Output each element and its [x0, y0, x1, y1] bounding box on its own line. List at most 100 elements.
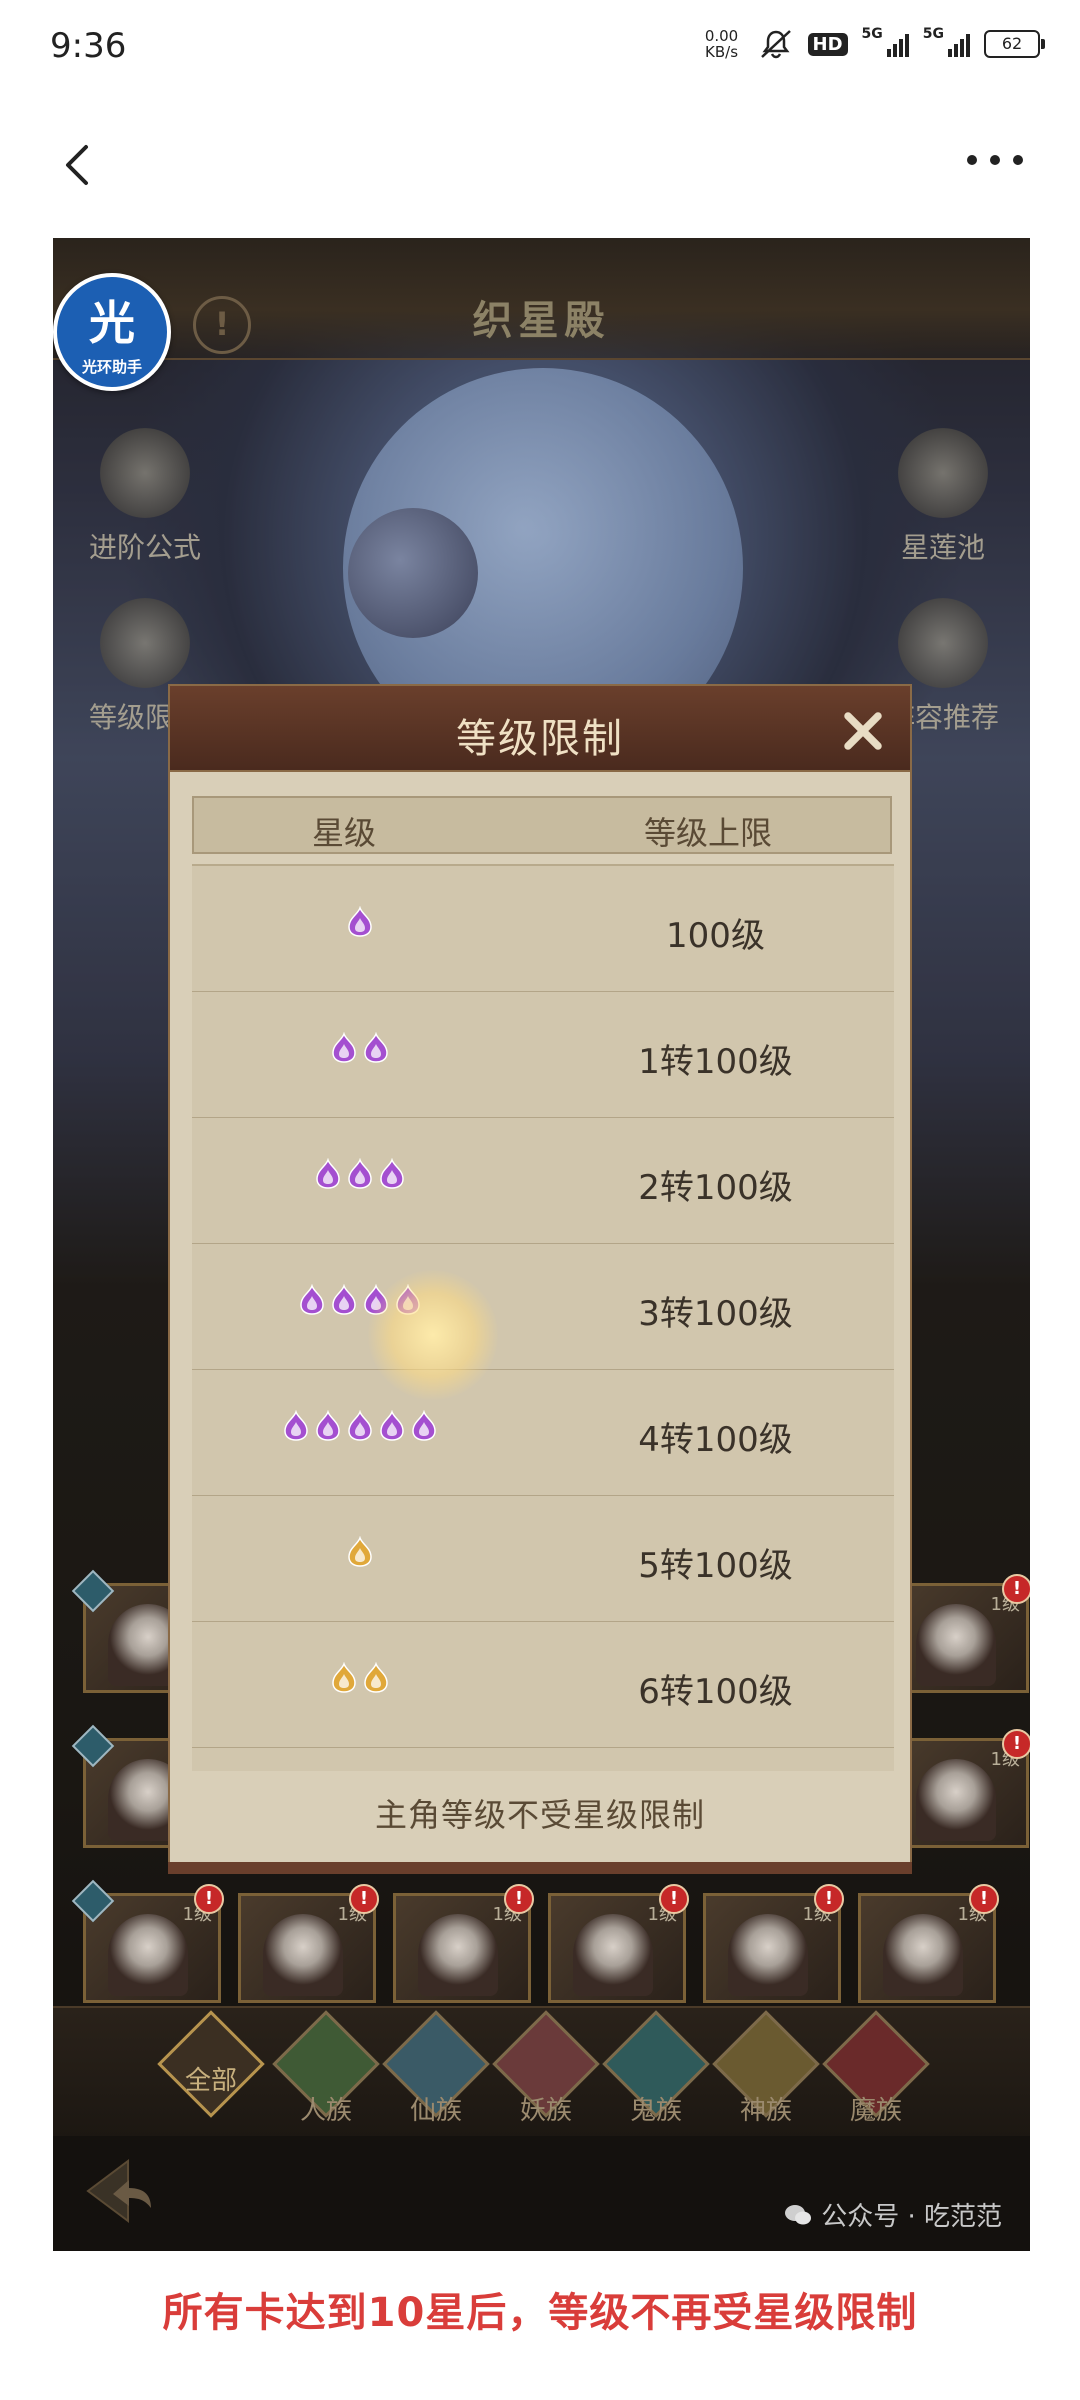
table-row: 5转100级	[192, 1496, 894, 1622]
star-rating	[192, 1284, 527, 1316]
star-rating	[192, 1410, 527, 1442]
wechat-icon	[785, 2204, 812, 2224]
close-icon[interactable]	[838, 706, 888, 756]
tribe-tab-devil[interactable]: 魔族	[822, 2010, 930, 2127]
app-badge-label: 光环助手	[81, 358, 142, 376]
dialog-body: 星级 等级上限 100级 1转100级 2转100级 3转100级 4转100级 5转10…	[168, 772, 912, 1864]
signal2-icon	[948, 31, 970, 57]
tribe-tab-demon[interactable]: 妖族	[492, 2010, 600, 2127]
gold-flame-star-icon	[363, 1662, 388, 1693]
alert-badge-icon: !	[1002, 1729, 1030, 1759]
purple-flame-star-icon	[411, 1410, 436, 1441]
purple-flame-star-icon	[331, 1032, 356, 1063]
hero-portrait	[916, 1604, 996, 1686]
app-badge-icon: 光	[89, 296, 135, 350]
star-rating	[192, 1662, 527, 1694]
status-time: 9:36	[50, 26, 127, 66]
hero-card[interactable]: 1级 !	[548, 1884, 689, 2003]
signal1-icon	[886, 31, 909, 57]
purple-flame-star-icon	[315, 1158, 340, 1189]
level-limit-value: 6转100级	[638, 1672, 793, 1712]
tribe-label: 神族	[739, 2096, 792, 2126]
dialog-header: 等级限制	[168, 684, 912, 772]
table-row: 2转100级	[192, 1118, 894, 1244]
purple-flame-star-icon	[331, 1284, 356, 1315]
hero-portrait	[883, 1914, 963, 1996]
tribe-tab-immortal[interactable]: 仙族	[382, 2010, 490, 2127]
lineup-icon	[898, 598, 988, 688]
star-lotus-button[interactable]: 星莲池	[863, 428, 1023, 566]
hero-card[interactable]: 1级 !	[71, 1879, 224, 2003]
tribe-tab-human[interactable]: 人族	[272, 2010, 380, 2127]
game-title: 织星殿	[472, 297, 611, 344]
purple-flame-star-icon	[347, 1158, 372, 1189]
element-icon	[71, 1724, 115, 1768]
tribe-label: 魔族	[849, 2096, 902, 2126]
level-limit-value: 1转100级	[638, 1042, 793, 1082]
caption-text: 所有卡达到10星后，等级不再受星级限制	[162, 2290, 918, 2336]
hero-card[interactable]: 1级 !	[238, 1884, 379, 2003]
hero-portrait	[728, 1914, 808, 1996]
network-speed-value: 0.00	[704, 27, 739, 45]
bottom-strip	[53, 2136, 1030, 2251]
network-speed-unit: KB/s	[705, 43, 739, 61]
star-rating	[192, 1032, 527, 1064]
game-top-bar: ! 织星殿	[53, 238, 1030, 360]
status-bar: 9:36 0.00 KB/s HD 5G 5G 62	[0, 0, 1080, 100]
table-row: 6转100级	[192, 1622, 894, 1748]
purple-flame-star-icon	[299, 1284, 324, 1315]
purple-flame-star-icon	[347, 1410, 372, 1441]
status-icons: 0.00 KB/s HD 5G 5G 62	[700, 26, 1045, 61]
tribe-tab-ghost[interactable]: 鬼族	[602, 2010, 710, 2127]
table-row: 3转100级	[192, 1244, 894, 1370]
table-row: 100级	[192, 866, 894, 992]
watermark: 公众号 · 吃范范	[783, 2196, 1002, 2233]
battery-indicator: 62	[984, 30, 1045, 58]
dialog-note: 主角等级不受星级限制	[374, 1796, 705, 1834]
alert-badge-icon: !	[349, 1884, 379, 1914]
alert-badge-icon: !	[969, 1884, 999, 1914]
hero-card[interactable]: 1级 !	[858, 1884, 999, 2003]
gold-flame-star-icon	[347, 1536, 372, 1567]
alert-badge-icon: !	[194, 1884, 224, 1914]
table-row: 1转100级	[192, 992, 894, 1118]
tribe-label: 妖族	[519, 2096, 572, 2126]
purple-flame-star-icon	[395, 1284, 420, 1315]
purple-flame-star-icon	[379, 1158, 404, 1189]
hero-card[interactable]: 1级 !	[703, 1884, 844, 2003]
purple-flame-star-icon	[347, 906, 372, 937]
purple-flame-star-icon	[379, 1410, 404, 1441]
tribe-label: 仙族	[409, 2096, 462, 2126]
signal2-label: 5G	[922, 26, 944, 42]
back-chevron-icon[interactable]	[50, 135, 110, 195]
alert-badge-icon: !	[659, 1884, 689, 1914]
hero-card[interactable]: 1级 !	[393, 1884, 534, 2003]
gold-flame-star-icon	[331, 1662, 356, 1693]
level-limit-table: 100级 1转100级 2转100级 3转100级 4转100级 5转100级 6转100级	[192, 864, 894, 1771]
mute-bell-icon	[760, 30, 791, 59]
star-rating	[192, 1158, 527, 1190]
element-icon	[71, 1879, 115, 1923]
star-rating	[192, 906, 527, 938]
tribe-tab-god[interactable]: 神族	[712, 2010, 820, 2127]
more-dots-icon[interactable]	[960, 140, 1030, 180]
col-header-limit: 等级上限	[644, 814, 773, 852]
app-badge[interactable]: 光 光环助手	[53, 273, 171, 391]
star-rating	[192, 1536, 527, 1568]
dialog-footer-border	[168, 1862, 912, 1874]
table-row	[192, 1748, 894, 1771]
tribe-label: 全部	[184, 2066, 237, 2096]
hero-portrait	[108, 1914, 188, 1996]
purple-flame-star-icon	[283, 1410, 308, 1441]
dialog-title: 等级限制	[456, 716, 624, 762]
lotus-icon	[898, 428, 988, 518]
col-header-star: 星级	[312, 814, 377, 852]
return-arrow-icon[interactable]	[83, 2156, 173, 2226]
purple-flame-star-icon	[363, 1284, 388, 1315]
watermark-text: 公众号 · 吃范范	[821, 2202, 1002, 2232]
alert-badge-icon: !	[814, 1884, 844, 1914]
level-limit-value: 100级	[666, 916, 765, 956]
hero-portrait	[916, 1759, 996, 1841]
tribe-tab-all[interactable]: 全部	[157, 2010, 265, 2118]
level-limit-value: 3转100级	[638, 1294, 793, 1334]
